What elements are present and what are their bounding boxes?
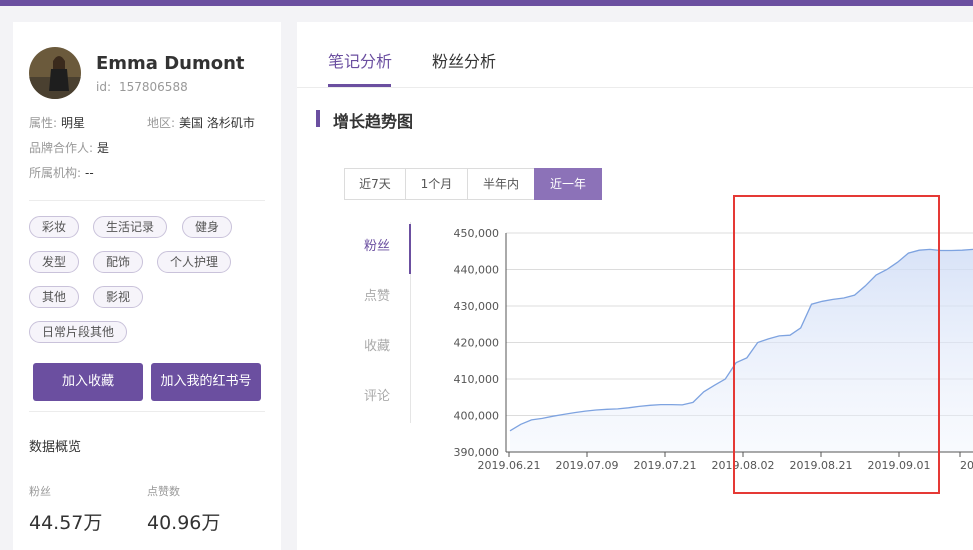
x-tick-label: 2019 [960,459,973,472]
x-tick-label: 2019.07.09 [556,459,619,472]
x-tick-label: 2019.08.21 [790,459,853,472]
x-tick-label: 2019.09.01 [868,459,931,472]
x-tick-label: 2019.06.21 [478,459,541,472]
x-tick-label: 2019.08.02 [712,459,775,472]
y-tick-label: 400,000 [454,410,500,423]
y-tick-label: 450,000 [454,227,500,240]
y-tick-label: 420,000 [454,337,500,350]
y-tick-label: 410,000 [454,373,500,386]
y-tick-label: 440,000 [454,264,500,277]
y-tick-label: 390,000 [454,446,500,459]
fans-area-fill [510,249,973,452]
y-tick-label: 430,000 [454,300,500,313]
x-tick-label: 2019.07.21 [634,459,697,472]
growth-chart: 450,000 440,000 430,000 420,000 410,000 400,0… [454,195,973,494]
